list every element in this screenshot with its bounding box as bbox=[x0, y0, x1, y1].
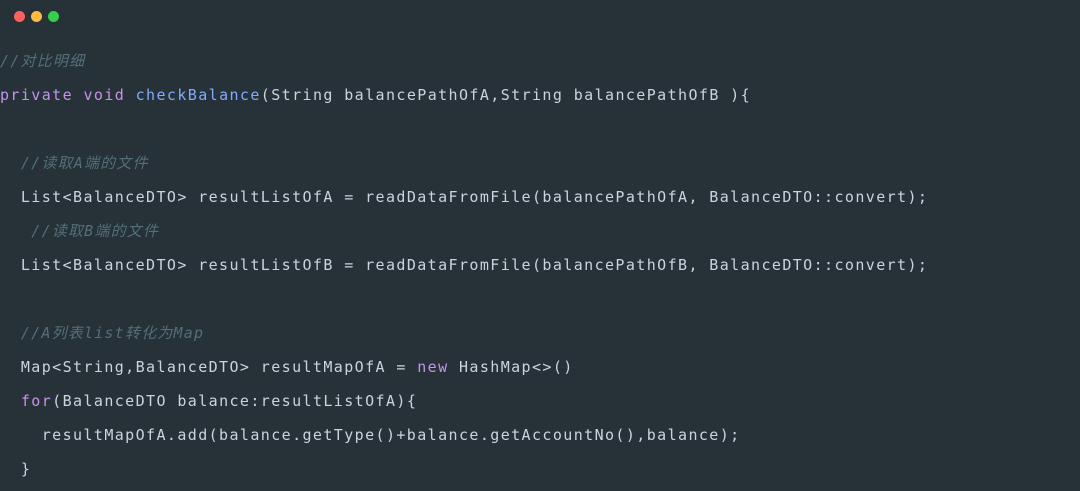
close-window-button[interactable] bbox=[14, 11, 25, 22]
code-text: Map<String,BalanceDTO> resultMapOfA = bbox=[20, 358, 418, 376]
code-comment: //对比明细 bbox=[0, 52, 86, 70]
code-keyword: void bbox=[83, 86, 126, 104]
code-line: //读取B端的文件 bbox=[0, 214, 1080, 248]
code-text: List<BalanceDTO> resultListOfB = readDat… bbox=[20, 256, 929, 274]
code-line: //A列表list转化为Map bbox=[0, 316, 1080, 350]
code-comment: //读取A端的文件 bbox=[20, 154, 149, 172]
code-text: (BalanceDTO balance:resultListOfA){ bbox=[52, 392, 418, 410]
code-function-name: checkBalance bbox=[135, 86, 261, 104]
code-comment: //A列表list转化为Map bbox=[20, 324, 205, 342]
minimize-window-button[interactable] bbox=[31, 11, 42, 22]
code-comment: //读取B端的文件 bbox=[31, 222, 160, 240]
code-line: //对比明细 bbox=[0, 44, 1080, 78]
code-line: //读取A端的文件 bbox=[0, 146, 1080, 180]
code-line: } bbox=[0, 452, 1080, 486]
code-window: //对比明细 private void checkBalance(String b… bbox=[0, 0, 1080, 491]
maximize-window-button[interactable] bbox=[48, 11, 59, 22]
code-text: HashMap<>() bbox=[448, 358, 574, 376]
code-line: for(BalanceDTO balance:resultListOfA){ bbox=[0, 384, 1080, 418]
code-editor[interactable]: //对比明细 private void checkBalance(String b… bbox=[0, 44, 1080, 486]
window-titlebar bbox=[0, 0, 1080, 34]
code-line: resultMapOfA.add(balance.getType()+balan… bbox=[0, 418, 1080, 452]
code-keyword: new bbox=[417, 358, 449, 376]
code-line: List<BalanceDTO> resultListOfA = readDat… bbox=[0, 180, 1080, 214]
code-text: resultMapOfA.add(balance.getType()+balan… bbox=[41, 426, 741, 444]
code-line: private void checkBalance(String balance… bbox=[0, 78, 1080, 112]
code-text: } bbox=[20, 460, 32, 478]
code-line: Map<String,BalanceDTO> resultMapOfA = ne… bbox=[0, 350, 1080, 384]
code-keyword: for bbox=[20, 392, 53, 410]
code-text: (String balancePathOfA,String balancePat… bbox=[260, 86, 752, 104]
code-line: List<BalanceDTO> resultListOfB = readDat… bbox=[0, 248, 1080, 282]
code-keyword: private bbox=[0, 86, 74, 104]
code-text: List<BalanceDTO> resultListOfA = readDat… bbox=[20, 188, 929, 206]
